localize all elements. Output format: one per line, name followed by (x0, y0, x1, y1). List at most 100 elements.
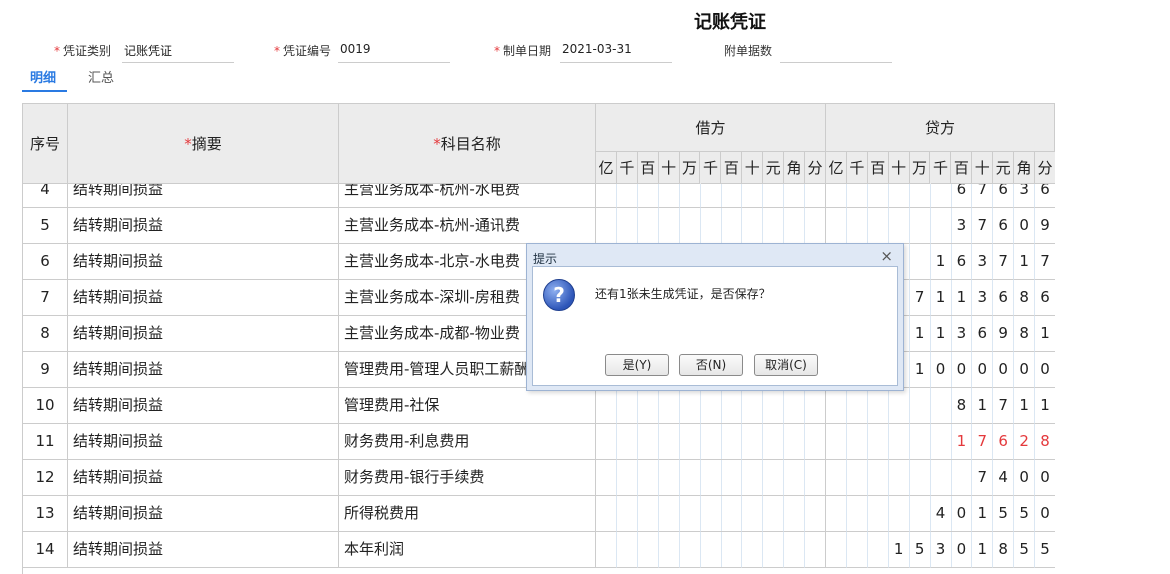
credit-digit-cell[interactable] (846, 532, 868, 568)
credit-digit-cell[interactable] (826, 532, 847, 568)
credit-digit-cell[interactable]: 1 (972, 496, 994, 532)
credit-digit-cell[interactable] (888, 424, 910, 460)
credit-digit-cell[interactable]: 6 (993, 424, 1015, 460)
debit-digit-cell[interactable] (784, 208, 806, 244)
debit-digit-cell[interactable] (700, 532, 722, 568)
row-account[interactable]: 管理费用-社保 (339, 388, 596, 424)
row-seq[interactable]: 8 (23, 316, 68, 352)
credit-digit-cell[interactable] (867, 424, 889, 460)
debit-digit-cell[interactable] (596, 496, 617, 532)
credit-digit-cell[interactable]: 1 (972, 532, 994, 568)
debit-digit-cell[interactable] (658, 424, 680, 460)
row-account[interactable]: 主营业务成本-杭州-通讯费 (339, 208, 596, 244)
table-row[interactable]: 13 结转期间损益 所得税费用 4 0 1 5 5 0 (23, 496, 1055, 532)
credit-digit-cell[interactable]: 1 (972, 388, 994, 424)
debit-digit-cell[interactable] (805, 532, 826, 568)
debit-digit-cell[interactable] (805, 424, 826, 460)
yes-button[interactable]: 是(Y) (605, 354, 669, 376)
credit-digit-cell[interactable] (846, 424, 868, 460)
credit-digit-cell[interactable]: 3 (930, 532, 952, 568)
credit-digit-cell[interactable]: 3 (951, 316, 973, 352)
tab-summary[interactable]: 汇总 (88, 70, 114, 92)
credit-digit-cell[interactable]: 1 (1035, 316, 1055, 352)
credit-digit-cell[interactable] (846, 496, 868, 532)
credit-digit-cell[interactable] (826, 460, 847, 496)
credit-digit-cell[interactable] (867, 496, 889, 532)
credit-digit-cell[interactable]: 8 (993, 532, 1015, 568)
credit-digit-cell[interactable]: 8 (1014, 280, 1036, 316)
credit-digit-cell[interactable]: 7 (972, 424, 994, 460)
debit-digit-cell[interactable] (658, 532, 680, 568)
row-seq[interactable]: 9 (23, 352, 68, 388)
credit-digit-cell[interactable] (930, 208, 952, 244)
debit-digit-cell[interactable] (658, 388, 680, 424)
credit-digit-cell[interactable] (888, 460, 910, 496)
row-summary[interactable]: 结转期间损益 (68, 208, 339, 244)
credit-digit-cell[interactable]: 7 (1035, 244, 1055, 280)
credit-digit-cell[interactable]: 1 (951, 280, 973, 316)
row-summary[interactable]: 结转期间损益 (68, 244, 339, 280)
credit-digit-cell[interactable]: 6 (951, 244, 973, 280)
debit-digit-cell[interactable] (763, 460, 785, 496)
tab-detail[interactable]: 明细 (22, 70, 67, 92)
credit-digit-cell[interactable]: 0 (1035, 460, 1055, 496)
table-row[interactable]: 14 结转期间损益 本年利润 1 5 3 0 1 8 5 5 (23, 532, 1055, 568)
credit-digit-cell[interactable]: 5 (909, 532, 931, 568)
debit-digit-cell[interactable] (742, 424, 764, 460)
debit-digit-cell[interactable] (637, 424, 659, 460)
row-summary[interactable]: 结转期间损益 (68, 352, 339, 388)
debit-digit-cell[interactable] (637, 496, 659, 532)
credit-digit-cell[interactable]: 0 (1014, 208, 1036, 244)
row-account[interactable]: 本年利润 (339, 532, 596, 568)
row-summary[interactable]: 结转期间损益 (68, 496, 339, 532)
credit-digit-cell[interactable] (930, 424, 952, 460)
row-seq[interactable]: 10 (23, 388, 68, 424)
debit-digit-cell[interactable] (700, 388, 722, 424)
credit-digit-cell[interactable] (888, 496, 910, 532)
credit-digit-cell[interactable]: 1 (930, 316, 952, 352)
credit-digit-cell[interactable]: 2 (1014, 424, 1036, 460)
credit-digit-cell[interactable] (846, 388, 868, 424)
debit-digit-cell[interactable] (763, 388, 785, 424)
credit-digit-cell[interactable] (867, 460, 889, 496)
debit-digit-cell[interactable] (679, 388, 701, 424)
debit-digit-cell[interactable] (784, 460, 806, 496)
credit-digit-cell[interactable]: 7 (909, 280, 931, 316)
debit-digit-cell[interactable] (637, 388, 659, 424)
table-row[interactable]: 5 结转期间损益 主营业务成本-杭州-通讯费 3 7 6 0 9 (23, 208, 1055, 244)
credit-digit-cell[interactable]: 0 (1035, 352, 1055, 388)
credit-digit-cell[interactable]: 0 (951, 496, 973, 532)
credit-digit-cell[interactable]: 5 (1014, 496, 1036, 532)
credit-digit-cell[interactable]: 1 (909, 316, 931, 352)
debit-digit-cell[interactable] (658, 460, 680, 496)
credit-digit-cell[interactable]: 7 (993, 388, 1015, 424)
debit-digit-cell[interactable] (679, 460, 701, 496)
credit-digit-cell[interactable]: 7 (972, 460, 994, 496)
debit-digit-cell[interactable] (742, 388, 764, 424)
row-summary[interactable]: 结转期间损益 (68, 388, 339, 424)
debit-digit-cell[interactable] (805, 388, 826, 424)
debit-digit-cell[interactable] (596, 388, 617, 424)
credit-digit-cell[interactable]: 0 (972, 352, 994, 388)
table-row[interactable]: 10 结转期间损益 管理费用-社保 8 1 7 1 1 (23, 388, 1055, 424)
credit-digit-cell[interactable] (826, 496, 847, 532)
credit-digit-cell[interactable]: 3 (972, 244, 994, 280)
credit-digit-cell[interactable] (826, 424, 847, 460)
debit-digit-cell[interactable] (784, 388, 806, 424)
credit-digit-cell[interactable]: 7 (972, 208, 994, 244)
debit-digit-cell[interactable] (721, 496, 743, 532)
debit-digit-cell[interactable] (805, 208, 826, 244)
credit-digit-cell[interactable]: 9 (1035, 208, 1055, 244)
credit-digit-cell[interactable]: 8 (1035, 424, 1055, 460)
attach-input[interactable] (780, 42, 892, 63)
debit-digit-cell[interactable] (784, 496, 806, 532)
credit-digit-cell[interactable] (888, 388, 910, 424)
debit-digit-cell[interactable] (679, 208, 701, 244)
credit-digit-cell[interactable]: 1 (1014, 244, 1036, 280)
debit-digit-cell[interactable] (596, 532, 617, 568)
credit-digit-cell[interactable] (826, 208, 847, 244)
credit-digit-cell[interactable]: 4 (930, 496, 952, 532)
credit-digit-cell[interactable]: 0 (1014, 460, 1036, 496)
debit-digit-cell[interactable] (784, 424, 806, 460)
debit-digit-cell[interactable] (616, 496, 638, 532)
